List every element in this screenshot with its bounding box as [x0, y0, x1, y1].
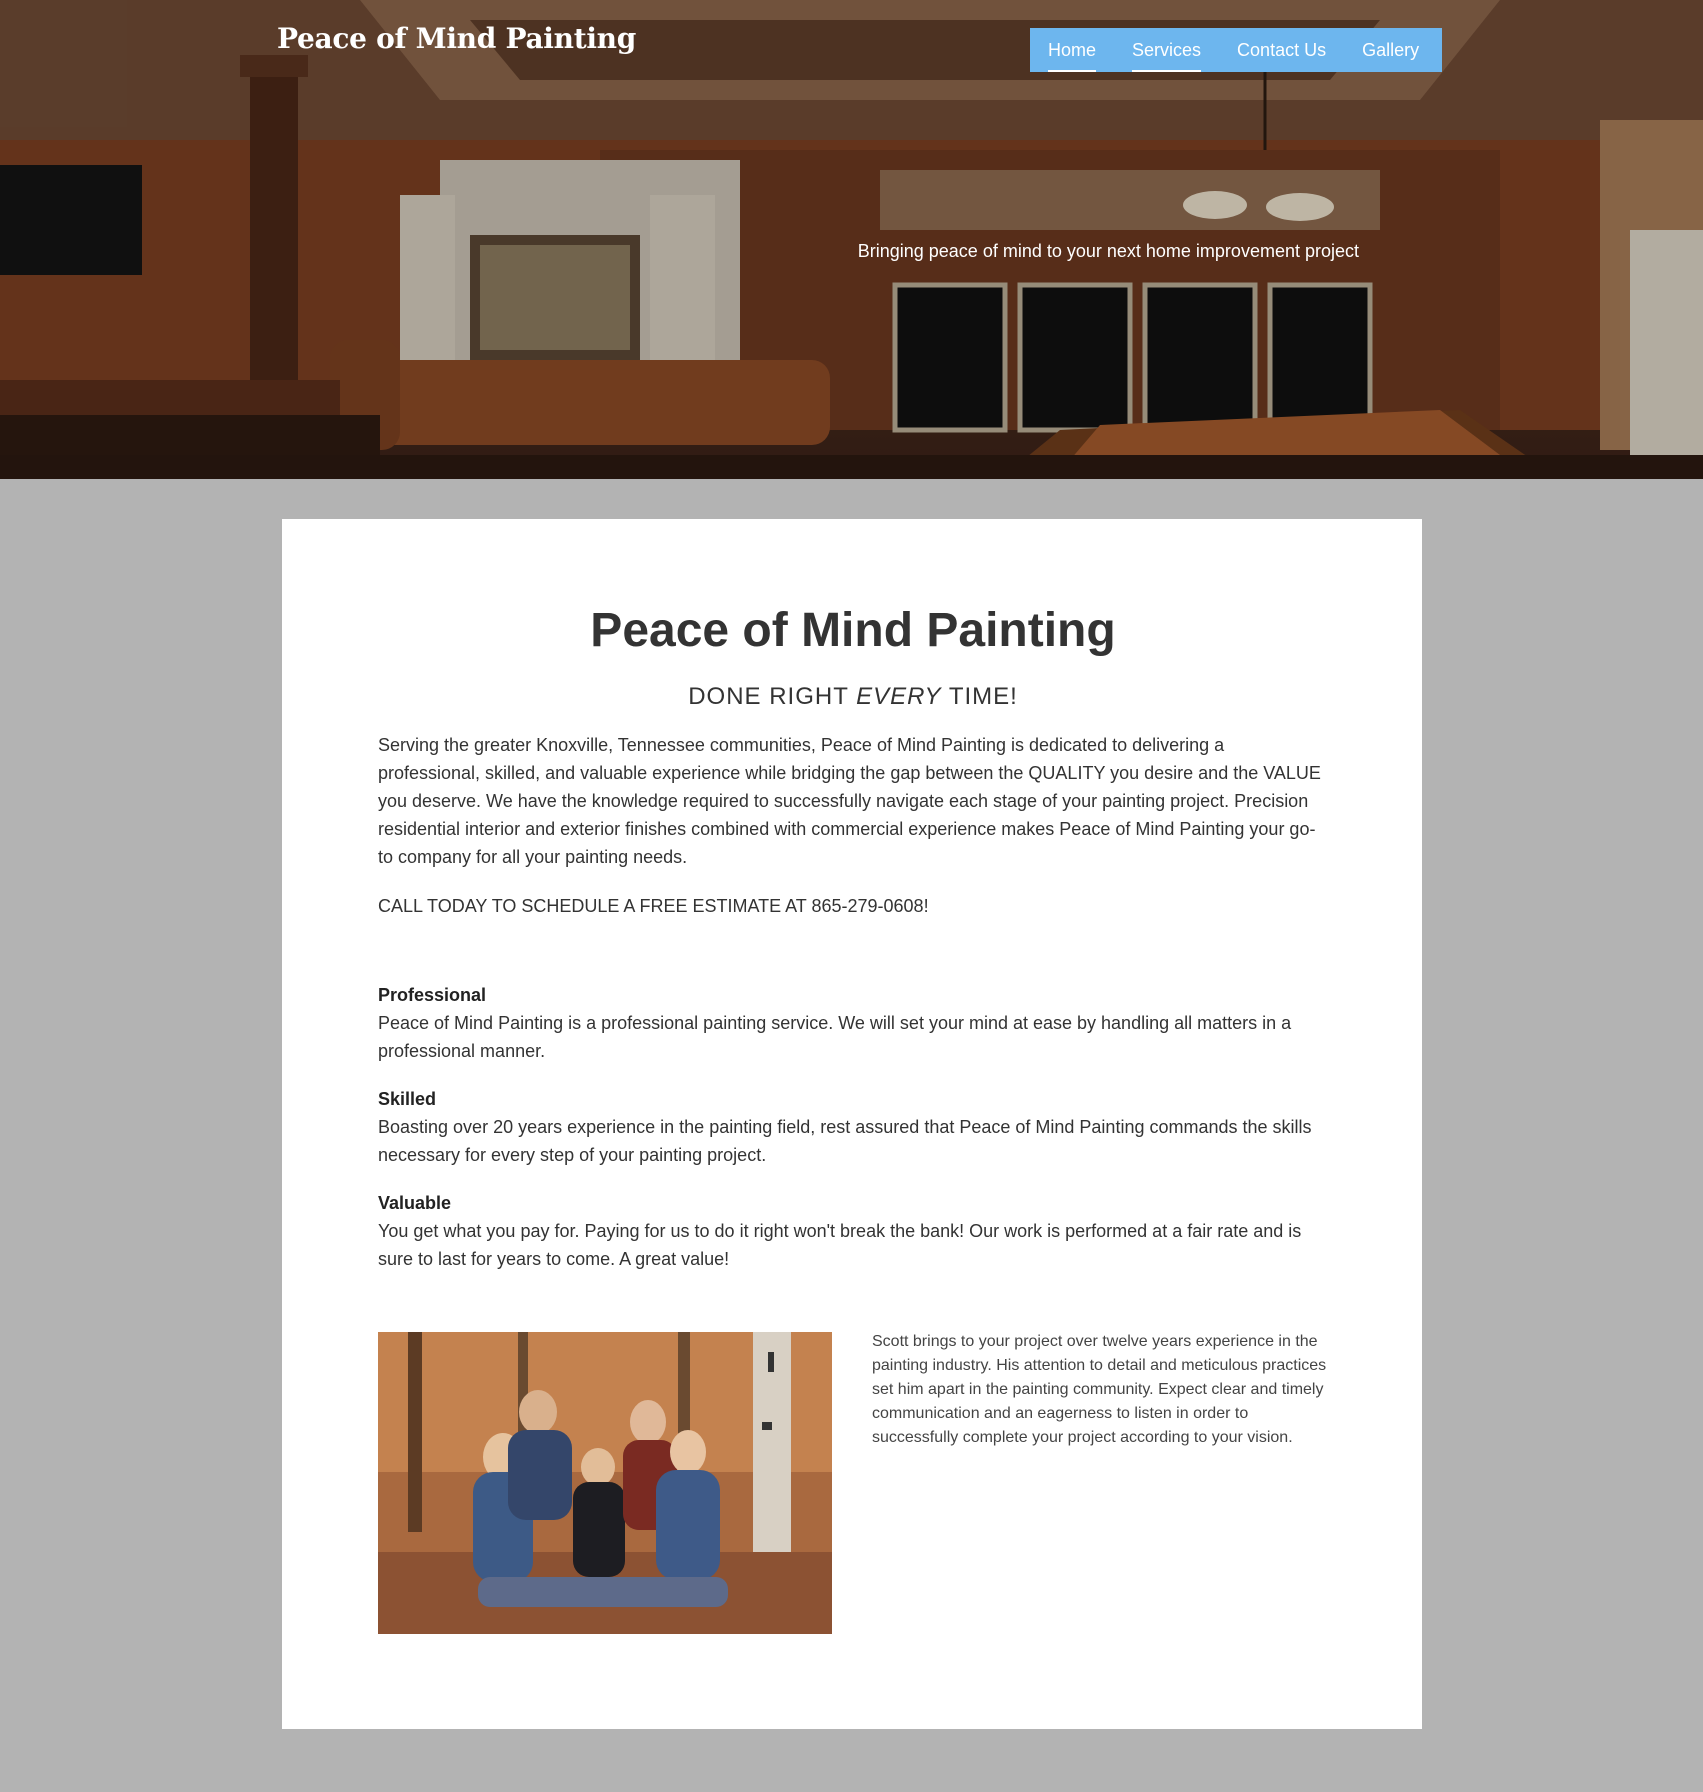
feature-heading: Skilled — [378, 1089, 437, 1109]
site-title[interactable]: Peace of Mind Painting — [277, 22, 636, 55]
feature-text: Peace of Mind Painting is a professional… — [378, 1013, 1292, 1061]
family-photo — [378, 1332, 832, 1634]
intro-paragraph: Serving the greater Knoxville, Tennessee… — [378, 735, 1321, 867]
hero-overlay — [0, 0, 1703, 479]
feature-skilled: Skilled Boasting over 20 years experienc… — [378, 1085, 1328, 1169]
hero-banner: Peace of Mind Painting Home Services Con… — [0, 0, 1703, 479]
feature-professional: Professional Peace of Mind Painting is a… — [378, 981, 1328, 1065]
hero-tagline: Bringing peace of mind to your next home… — [857, 241, 1359, 261]
subtitle-emphasis: EVERY — [856, 683, 942, 710]
subtitle-suffix: TIME! — [941, 683, 1018, 710]
feature-valuable: Valuable You get what you pay for. Payin… — [378, 1189, 1328, 1273]
subtitle-prefix: DONE RIGHT — [688, 683, 857, 710]
feature-heading: Valuable — [378, 1193, 452, 1213]
nav-gallery-link[interactable]: Gallery — [1362, 40, 1419, 61]
owner-bio: Scott brings to your project over twelve… — [872, 1333, 1327, 1446]
nav-home-link[interactable]: Home — [1048, 40, 1097, 72]
nav-contact-us-link[interactable]: Contact Us — [1237, 40, 1326, 61]
feature-text: You get what you pay for. Paying for us … — [378, 1221, 1302, 1269]
page-title: Peace of Mind Painting — [590, 604, 1116, 657]
nav-services-link[interactable]: Services — [1132, 40, 1202, 72]
main-navigation: Home Services Contact Us Gallery — [1030, 28, 1442, 72]
content-card: Peace of Mind Painting DONE RIGHT EVERY … — [282, 519, 1422, 1729]
call-to-action-text: CALL TODAY TO SCHEDULE A FREE ESTIMATE A… — [378, 896, 929, 916]
feature-text: Boasting over 20 years experience in the… — [378, 1117, 1312, 1165]
feature-heading: Professional — [378, 985, 487, 1005]
page-subtitle: DONE RIGHT EVERY TIME! — [378, 683, 1328, 711]
